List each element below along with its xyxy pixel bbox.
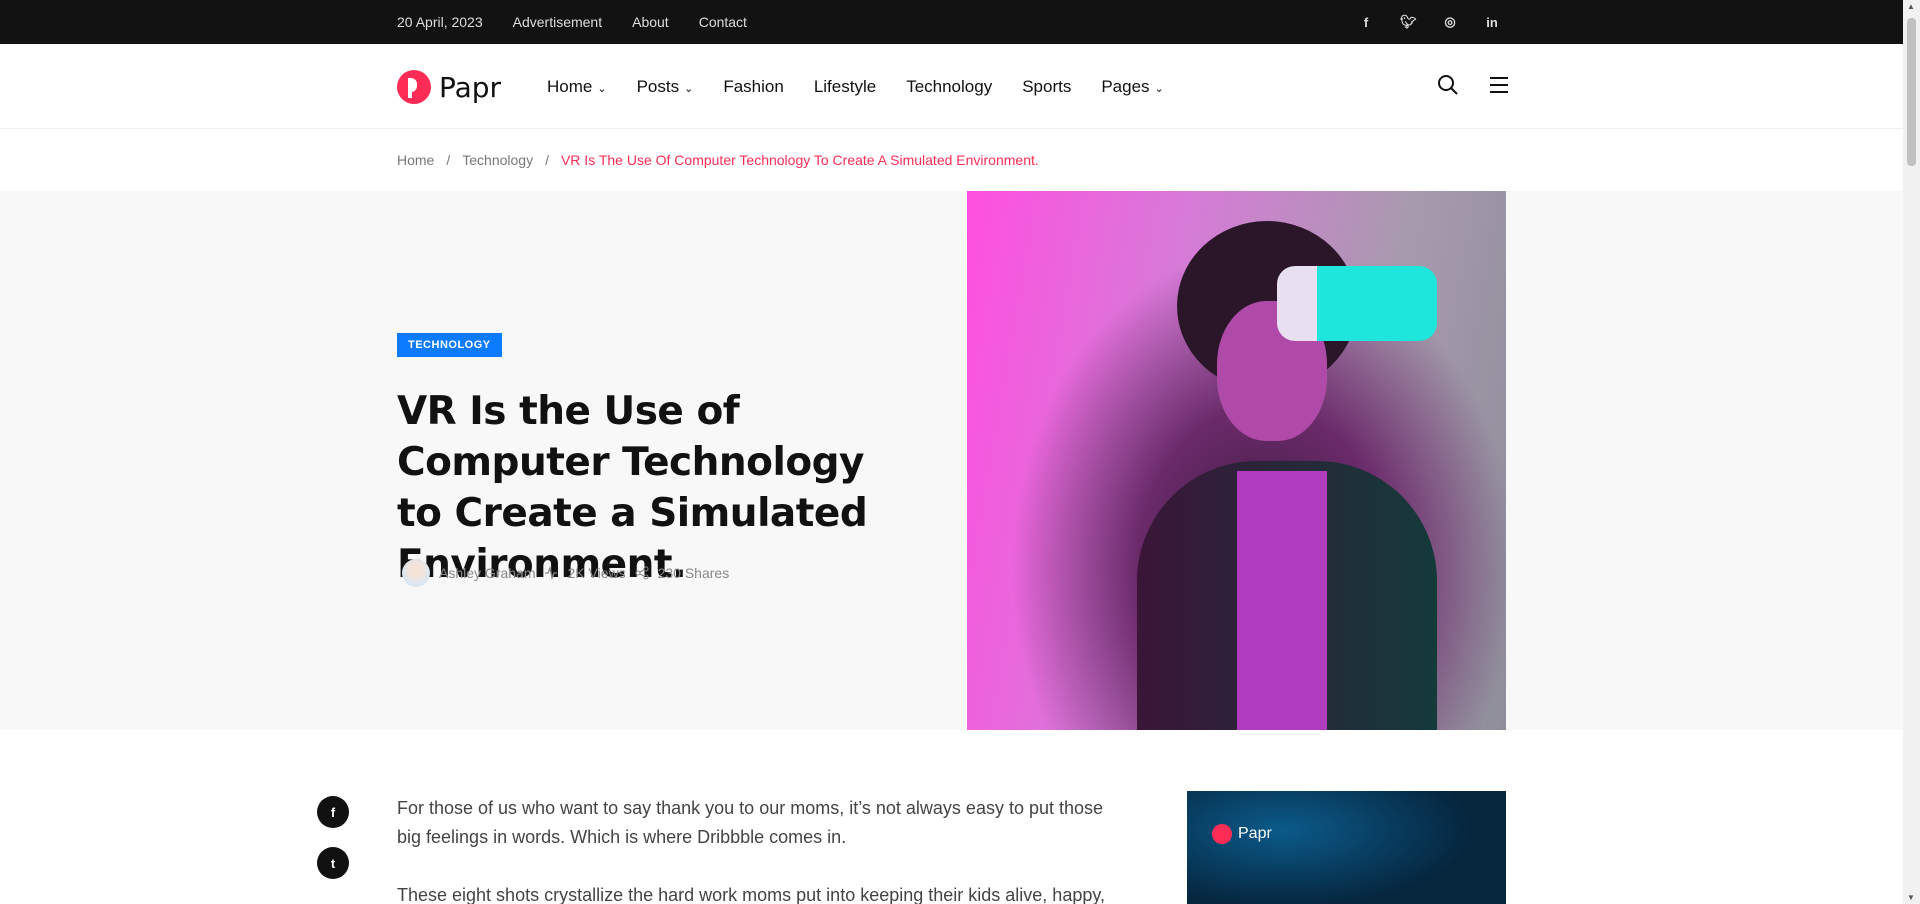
hero: TECHNOLOGY VR Is the Use of Computer Tec… [0, 191, 1903, 730]
shares-count: 230 Shares [657, 565, 730, 581]
views-count: 2K Views [567, 565, 626, 581]
activity-icon [545, 566, 558, 580]
page: 20 April, 2023 Advertisement About Conta… [0, 0, 1903, 904]
sidebar-logo-text: Papr [1238, 825, 1272, 842]
article-meta: Ashley Graham 2K Views 230 Shares [402, 559, 729, 587]
nav-label: Posts [636, 76, 680, 96]
link-contact[interactable]: Contact [699, 14, 747, 30]
header: Papr Home ⌄ Posts ⌄ Fashion Lifestyle Tech… [0, 44, 1903, 129]
logo[interactable]: Papr [397, 70, 501, 104]
logo-icon [397, 70, 431, 104]
link-advertisement[interactable]: Advertisement [513, 14, 602, 30]
sidebar-banner[interactable]: Papr [1187, 791, 1506, 904]
share-bar: f t [317, 796, 349, 879]
breadcrumb-current: VR Is The Use Of Computer Technology To … [560, 152, 1039, 168]
chevron-down-icon: ⌄ [597, 82, 607, 95]
share-facebook-icon[interactable]: f [317, 796, 349, 828]
menu-icon[interactable] [1488, 73, 1510, 97]
breadcrumb-technology[interactable]: Technology [462, 152, 533, 168]
share-icon [635, 566, 649, 580]
scrollbar-thumb[interactable] [1907, 18, 1916, 166]
hero-image [967, 191, 1506, 730]
nav-lifestyle[interactable]: Lifestyle [814, 77, 876, 97]
author-name[interactable]: Ashley Graham [439, 565, 535, 581]
logo-text: Papr [439, 70, 502, 104]
date: 20 April, 2023 [397, 14, 483, 30]
nav-sports[interactable]: Sports [1022, 77, 1071, 97]
logo-icon [1212, 824, 1232, 844]
breadcrumb: Home / Technology / VR Is The Use Of Com… [0, 129, 1903, 191]
breadcrumb-home[interactable]: Home [397, 152, 434, 168]
paragraph: These eight shots crystallize the hard w… [397, 885, 1106, 904]
search-icon[interactable] [1436, 73, 1460, 97]
linkedin-icon[interactable]: in [1484, 15, 1500, 30]
breadcrumb-separator: / [545, 152, 549, 168]
share-twitter-icon[interactable]: t [317, 847, 349, 879]
nav-pages[interactable]: Pages ⌄ [1101, 77, 1163, 97]
link-about[interactable]: About [632, 14, 669, 30]
scroll-down-icon[interactable]: ▼ [1907, 893, 1915, 902]
scrollbar[interactable]: ▲ ▼ [1903, 0, 1920, 904]
scroll-up-icon[interactable]: ▲ [1907, 2, 1915, 11]
main-nav: Home ⌄ Posts ⌄ Fashion Lifestyle Technolog… [547, 44, 1164, 129]
facebook-icon[interactable]: f [1358, 15, 1374, 30]
category-badge[interactable]: TECHNOLOGY [397, 333, 502, 357]
nav-fashion[interactable]: Fashion [723, 77, 783, 97]
chevron-down-icon: ⌄ [1154, 82, 1164, 95]
nav-home[interactable]: Home ⌄ [547, 77, 607, 97]
instagram-icon[interactable]: ◎ [1442, 14, 1458, 30]
chevron-down-icon: ⌄ [684, 82, 694, 95]
avatar [402, 559, 430, 587]
twitter-icon[interactable]: 🐦︎ [1400, 14, 1417, 30]
top-bar: 20 April, 2023 Advertisement About Conta… [0, 0, 1903, 44]
nav-label: Home [547, 76, 593, 96]
paragraph: For those of us who want to say thank yo… [397, 798, 1104, 847]
nav-technology[interactable]: Technology [906, 77, 992, 97]
article-body: For those of us who want to say thank yo… [397, 794, 1117, 904]
breadcrumb-separator: / [446, 152, 451, 168]
nav-posts[interactable]: Posts ⌄ [637, 77, 694, 97]
nav-label: Pages [1101, 76, 1150, 96]
